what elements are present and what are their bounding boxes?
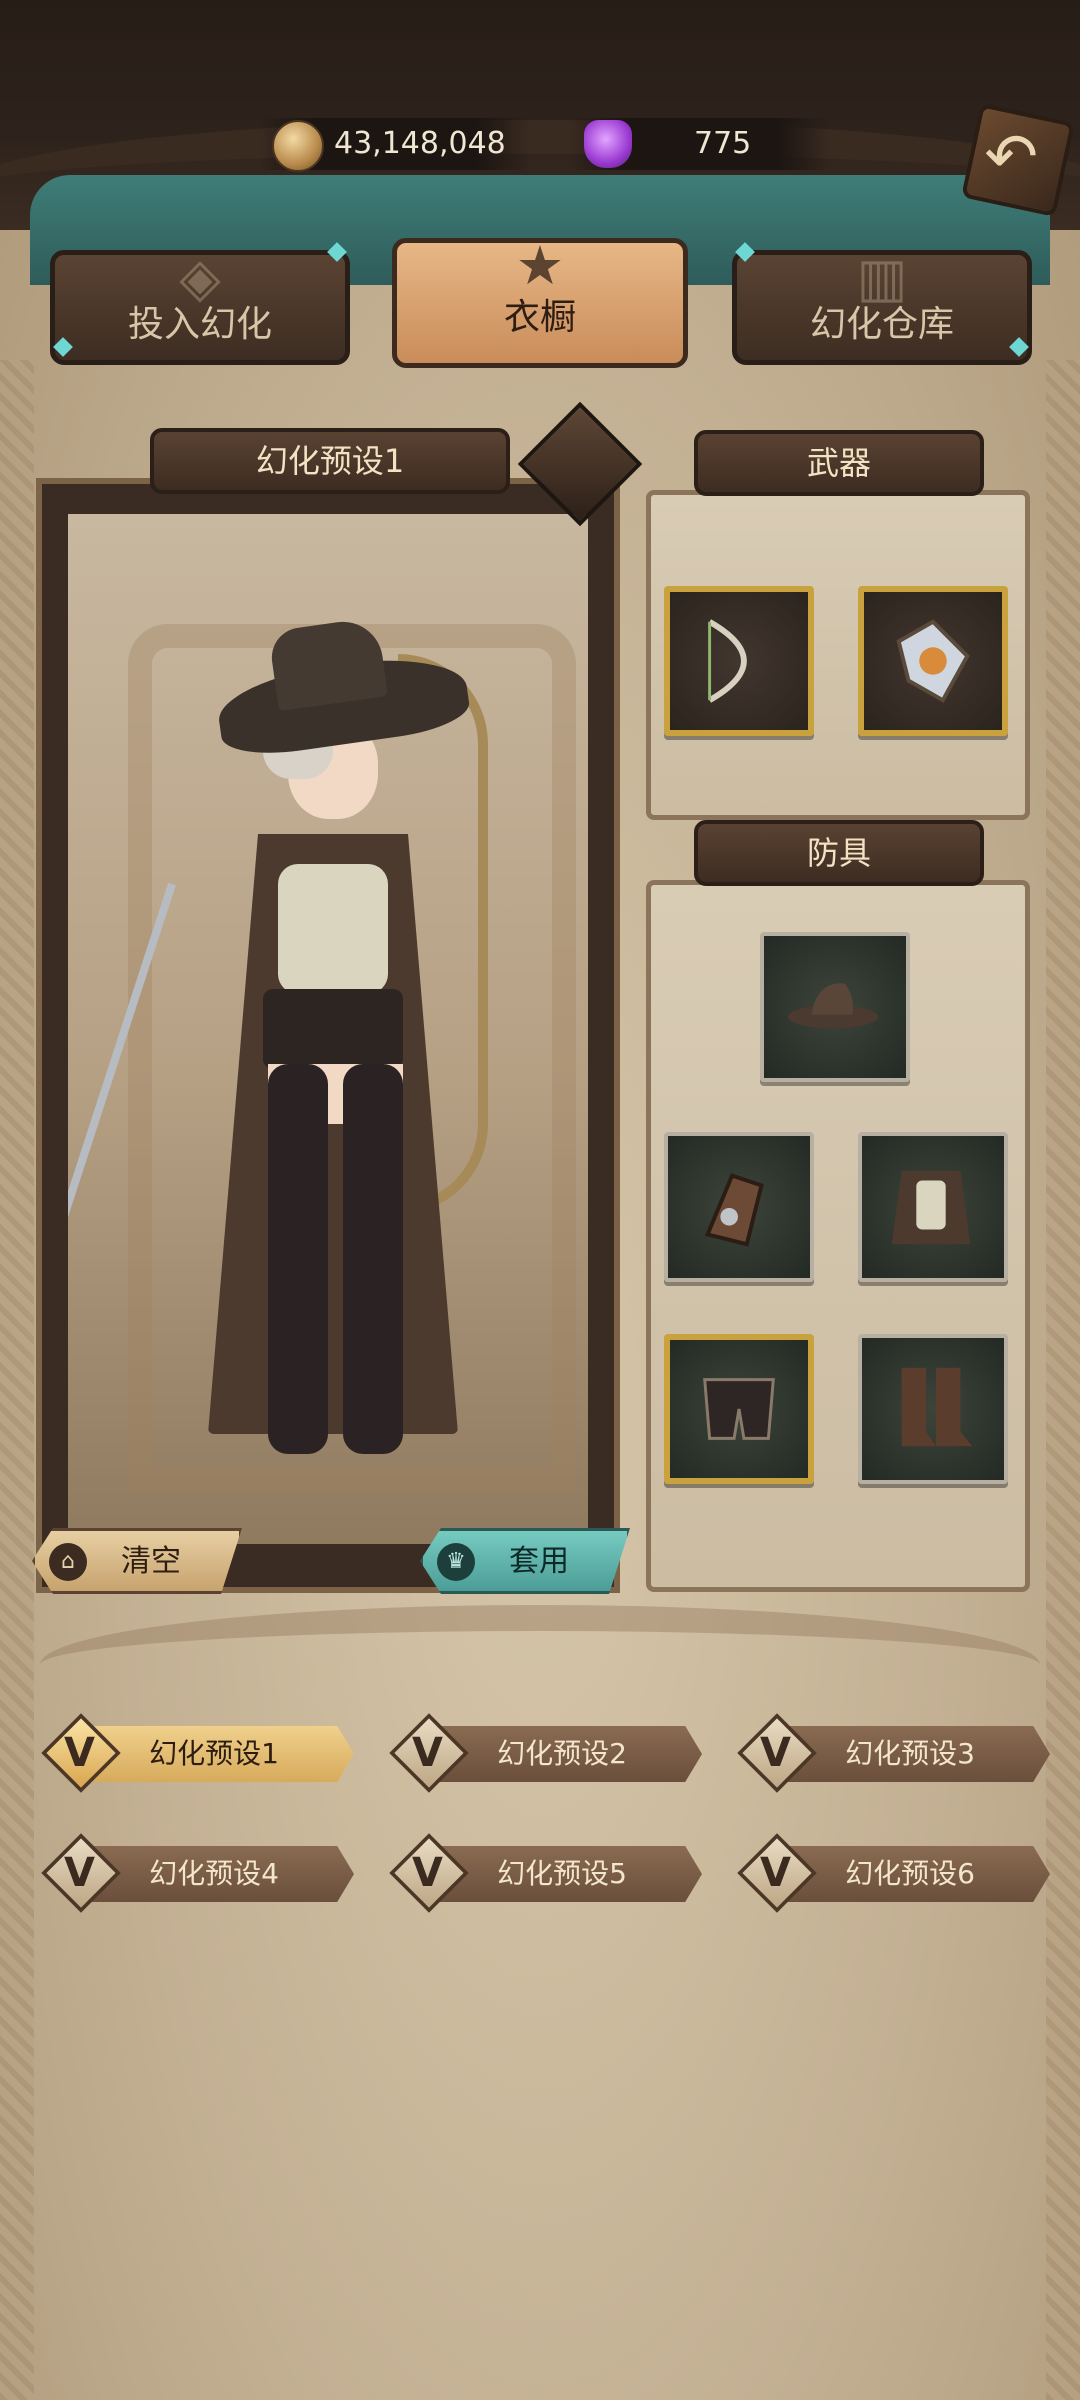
- left-border-pattern: [0, 360, 34, 2400]
- hat-icon: [787, 983, 879, 1029]
- clear-label: 清空: [121, 1544, 181, 1579]
- back-button[interactable]: ↶: [961, 103, 1075, 217]
- armor-slot-gloves[interactable]: [664, 1132, 814, 1282]
- corset: [278, 864, 388, 994]
- gold-coin-icon: [272, 120, 324, 172]
- back-arrow-icon: ↶: [984, 120, 1038, 195]
- gloves-icon: [704, 1173, 764, 1247]
- apply-button[interactable]: ♛ 套用: [420, 1528, 630, 1594]
- bow-icon: [708, 619, 747, 703]
- preset-3[interactable]: 幻化预设3 V: [730, 1712, 1050, 1794]
- armor-slot-legs[interactable]: [664, 1334, 814, 1484]
- boots-icon: [901, 1367, 973, 1447]
- spear-prop: [68, 882, 176, 1475]
- tab-label: 投入幻化: [127, 304, 272, 345]
- tab-invest-transmog[interactable]: ◈ 投入幻化: [50, 246, 350, 365]
- tab-wardrobe[interactable]: ★ 衣橱: [392, 234, 688, 368]
- weapons-title: 武器: [694, 430, 984, 496]
- gem-currency: 775: [570, 118, 830, 170]
- tab-transmog-storage[interactable]: ▥ 幻化仓库: [732, 246, 1032, 365]
- apply-label: 套用: [509, 1544, 569, 1579]
- v-crest-icon: V: [412, 1730, 443, 1776]
- armor-title: 防具: [694, 820, 984, 886]
- preset-5[interactable]: 幻化预设5 V: [382, 1832, 702, 1914]
- pants-icon: [703, 1378, 775, 1440]
- preset-title: 幻化预设1: [150, 428, 510, 494]
- tab-label: 衣橱: [503, 297, 576, 338]
- tab-label: 幻化仓库: [809, 304, 954, 345]
- armor-slot-chest[interactable]: [858, 1132, 1008, 1282]
- armor-slot-boots[interactable]: [858, 1334, 1008, 1484]
- character-preview[interactable]: [68, 514, 588, 1544]
- gold-currency: 43,148,048: [260, 118, 530, 172]
- right-boot: [343, 1064, 403, 1454]
- v-crest-icon: V: [760, 1730, 791, 1776]
- chest-icon: [891, 1170, 971, 1245]
- v-crest-icon: V: [412, 1850, 443, 1896]
- weapon-slot-main[interactable]: [664, 586, 814, 736]
- preset-6[interactable]: 幻化预设6 V: [730, 1832, 1050, 1914]
- left-boot: [268, 1064, 328, 1454]
- trash-icon: ⌂: [49, 1543, 87, 1581]
- v-crest-icon: V: [64, 1850, 95, 1896]
- v-crest-icon: V: [64, 1730, 95, 1776]
- shield-star-icon: ★: [515, 234, 565, 297]
- offhand-icon: [896, 619, 970, 703]
- character-preview-frame: [36, 478, 620, 1593]
- gem-amount: 775: [694, 126, 752, 161]
- weapon-slot-offhand[interactable]: [858, 586, 1008, 736]
- shorts: [263, 989, 403, 1069]
- mask-icon: ◈: [179, 246, 221, 309]
- cabinet-icon: ▥: [856, 246, 908, 309]
- lower-arch-decoration: [40, 1605, 1040, 1725]
- purple-gem-icon: [584, 120, 632, 168]
- character-model: [68, 616, 508, 1534]
- crown-icon: ♛: [437, 1543, 475, 1581]
- preset-4[interactable]: 幻化预设4 V: [34, 1832, 354, 1914]
- clear-button[interactable]: ⌂ 清空: [32, 1528, 242, 1594]
- right-border-pattern: [1046, 360, 1080, 2400]
- v-crest-icon: V: [760, 1850, 791, 1896]
- preset-2[interactable]: 幻化预设2 V: [382, 1712, 702, 1794]
- preset-1[interactable]: 幻化预设1 V: [34, 1712, 354, 1794]
- gold-amount: 43,148,048: [334, 126, 506, 161]
- armor-slot-head[interactable]: [760, 932, 910, 1082]
